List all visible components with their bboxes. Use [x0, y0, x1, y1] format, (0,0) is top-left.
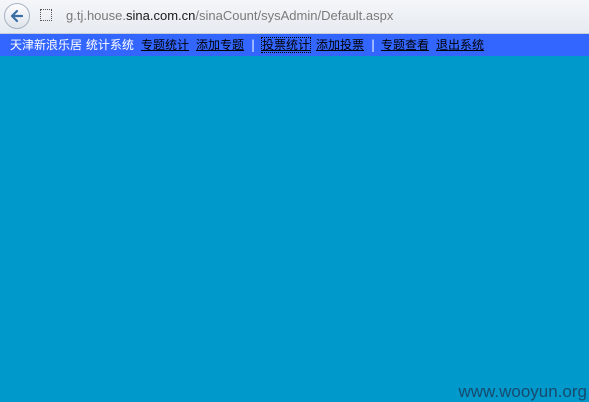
nav-logout-link[interactable]: 退出系统: [436, 34, 484, 56]
nav-separator: |: [251, 38, 256, 52]
nav-topic-view-link[interactable]: 专题查看: [381, 34, 429, 56]
url-prefix: g.tj.house.: [66, 8, 126, 23]
nav-add-vote-link[interactable]: 添加投票: [316, 34, 364, 56]
nav-separator: |: [371, 38, 376, 52]
watermark: www.wooyun.org: [458, 382, 587, 401]
page-icon: [40, 9, 52, 21]
site-brand: 天津新浪乐居 统计系统: [10, 38, 134, 52]
page: g.tj.house.sina.com.cn/sinaCount/sysAdmi…: [0, 0, 589, 402]
back-arrow-icon: [10, 9, 24, 23]
back-button[interactable]: [4, 3, 30, 29]
nav-add-topic-link[interactable]: 添加专题: [196, 34, 244, 56]
nav-bar: 天津新浪乐居 统计系统 专题统计 添加专题 | 投票统计 添加投票 | 专题查看…: [0, 34, 589, 56]
address-bar[interactable]: g.tj.house.sina.com.cn/sinaCount/sysAdmi…: [66, 8, 393, 23]
nav-topic-stats-link[interactable]: 专题统计: [141, 34, 189, 56]
url-path: /sinaCount/sysAdmin/Default.aspx: [195, 8, 394, 23]
browser-toolbar: g.tj.house.sina.com.cn/sinaCount/sysAdmi…: [0, 0, 589, 34]
url-domain: sina.com.cn: [126, 8, 196, 23]
nav-vote-stats-link[interactable]: 投票统计: [261, 37, 312, 53]
